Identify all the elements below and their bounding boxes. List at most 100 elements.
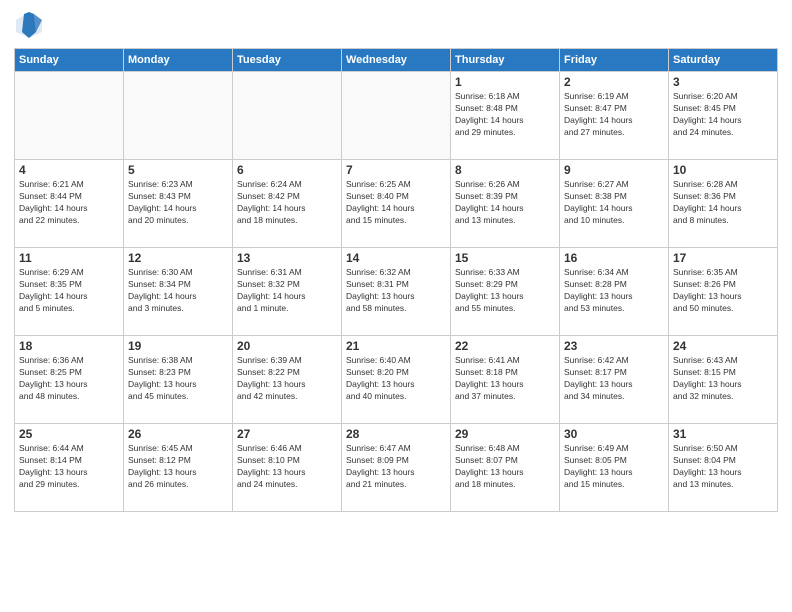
day-cell bbox=[124, 72, 233, 160]
day-cell: 1 Sunrise: 6:18 AM Sunset: 8:48 PM Daylig… bbox=[451, 72, 560, 160]
day-cell: 23 Sunrise: 6:42 AM Sunset: 8:17 PM Dayli… bbox=[560, 336, 669, 424]
day-cell: 12 Sunrise: 6:30 AM Sunset: 8:34 PM Dayli… bbox=[124, 248, 233, 336]
day-number: 8 bbox=[455, 163, 555, 177]
day-number: 4 bbox=[19, 163, 119, 177]
weekday-friday: Friday bbox=[560, 49, 669, 72]
day-cell: 18 Sunrise: 6:36 AM Sunset: 8:25 PM Dayli… bbox=[15, 336, 124, 424]
weekday-saturday: Saturday bbox=[669, 49, 778, 72]
day-number: 31 bbox=[673, 427, 773, 441]
day-info: Sunrise: 6:45 AM Sunset: 8:12 PM Dayligh… bbox=[128, 443, 228, 491]
day-cell: 29Sunrise: 6:48 AM Sunset: 8:07 PM Dayli… bbox=[451, 424, 560, 512]
day-cell: 15 Sunrise: 6:33 AM Sunset: 8:29 PM Dayli… bbox=[451, 248, 560, 336]
day-cell: 8 Sunrise: 6:26 AM Sunset: 8:39 PM Daylig… bbox=[451, 160, 560, 248]
day-cell: 20 Sunrise: 6:39 AM Sunset: 8:22 PM Dayli… bbox=[233, 336, 342, 424]
day-number: 5 bbox=[128, 163, 228, 177]
day-info: Sunrise: 6:40 AM Sunset: 8:20 PM Dayligh… bbox=[346, 355, 446, 403]
day-cell: 26 Sunrise: 6:45 AM Sunset: 8:12 PM Dayli… bbox=[124, 424, 233, 512]
day-info: Sunrise: 6:33 AM Sunset: 8:29 PM Dayligh… bbox=[455, 267, 555, 315]
day-cell: 3 Sunrise: 6:20 AM Sunset: 8:45 PM Daylig… bbox=[669, 72, 778, 160]
day-number: 20 bbox=[237, 339, 337, 353]
day-number: 25 bbox=[19, 427, 119, 441]
header bbox=[14, 10, 778, 40]
day-number: 27 bbox=[237, 427, 337, 441]
day-info: Sunrise: 6:36 AM Sunset: 8:25 PM Dayligh… bbox=[19, 355, 119, 403]
day-number: 24 bbox=[673, 339, 773, 353]
day-info: Sunrise: 6:49 AM Sunset: 8:05 PM Dayligh… bbox=[564, 443, 664, 491]
day-info: Sunrise: 6:30 AM Sunset: 8:34 PM Dayligh… bbox=[128, 267, 228, 315]
day-number: 6 bbox=[237, 163, 337, 177]
week-row-3: 11Sunrise: 6:29 AM Sunset: 8:35 PM Dayli… bbox=[15, 248, 778, 336]
day-info: Sunrise: 6:42 AM Sunset: 8:17 PM Dayligh… bbox=[564, 355, 664, 403]
day-info: Sunrise: 6:23 AM Sunset: 8:43 PM Dayligh… bbox=[128, 179, 228, 227]
day-number: 1 bbox=[455, 75, 555, 89]
day-cell: 21 Sunrise: 6:40 AM Sunset: 8:20 PM Dayli… bbox=[342, 336, 451, 424]
day-number: 30 bbox=[564, 427, 664, 441]
weekday-tuesday: Tuesday bbox=[233, 49, 342, 72]
day-number: 28 bbox=[346, 427, 446, 441]
weekday-sunday: Sunday bbox=[15, 49, 124, 72]
day-cell: 2 Sunrise: 6:19 AM Sunset: 8:47 PM Daylig… bbox=[560, 72, 669, 160]
day-cell: 5 Sunrise: 6:23 AM Sunset: 8:43 PM Daylig… bbox=[124, 160, 233, 248]
day-number: 23 bbox=[564, 339, 664, 353]
day-cell: 31 Sunrise: 6:50 AM Sunset: 8:04 PM Dayli… bbox=[669, 424, 778, 512]
day-cell: 13 Sunrise: 6:31 AM Sunset: 8:32 PM Dayli… bbox=[233, 248, 342, 336]
day-info: Sunrise: 6:20 AM Sunset: 8:45 PM Dayligh… bbox=[673, 91, 773, 139]
day-cell: 19 Sunrise: 6:38 AM Sunset: 8:23 PM Dayli… bbox=[124, 336, 233, 424]
day-info: Sunrise: 6:26 AM Sunset: 8:39 PM Dayligh… bbox=[455, 179, 555, 227]
day-info: Sunrise: 6:24 AM Sunset: 8:42 PM Dayligh… bbox=[237, 179, 337, 227]
day-cell: 17 Sunrise: 6:35 AM Sunset: 8:26 PM Dayli… bbox=[669, 248, 778, 336]
day-number: 17 bbox=[673, 251, 773, 265]
day-cell: 24Sunrise: 6:43 AM Sunset: 8:15 PM Dayli… bbox=[669, 336, 778, 424]
day-number: 22 bbox=[455, 339, 555, 353]
weekday-header-row: SundayMondayTuesdayWednesdayThursdayFrid… bbox=[15, 49, 778, 72]
day-info: Sunrise: 6:39 AM Sunset: 8:22 PM Dayligh… bbox=[237, 355, 337, 403]
day-number: 21 bbox=[346, 339, 446, 353]
weekday-thursday: Thursday bbox=[451, 49, 560, 72]
day-cell bbox=[233, 72, 342, 160]
week-row-1: 1 Sunrise: 6:18 AM Sunset: 8:48 PM Daylig… bbox=[15, 72, 778, 160]
day-cell: 14 Sunrise: 6:32 AM Sunset: 8:31 PM Dayli… bbox=[342, 248, 451, 336]
day-info: Sunrise: 6:31 AM Sunset: 8:32 PM Dayligh… bbox=[237, 267, 337, 315]
day-info: Sunrise: 6:19 AM Sunset: 8:47 PM Dayligh… bbox=[564, 91, 664, 139]
day-number: 16 bbox=[564, 251, 664, 265]
day-info: Sunrise: 6:25 AM Sunset: 8:40 PM Dayligh… bbox=[346, 179, 446, 227]
day-cell: 16 Sunrise: 6:34 AM Sunset: 8:28 PM Dayli… bbox=[560, 248, 669, 336]
day-cell bbox=[342, 72, 451, 160]
day-cell: 28Sunrise: 6:47 AM Sunset: 8:09 PM Dayli… bbox=[342, 424, 451, 512]
day-number: 15 bbox=[455, 251, 555, 265]
day-number: 2 bbox=[564, 75, 664, 89]
day-info: Sunrise: 6:34 AM Sunset: 8:28 PM Dayligh… bbox=[564, 267, 664, 315]
day-cell: 4Sunrise: 6:21 AM Sunset: 8:44 PM Daylig… bbox=[15, 160, 124, 248]
day-info: Sunrise: 6:38 AM Sunset: 8:23 PM Dayligh… bbox=[128, 355, 228, 403]
day-info: Sunrise: 6:28 AM Sunset: 8:36 PM Dayligh… bbox=[673, 179, 773, 227]
week-row-4: 18 Sunrise: 6:36 AM Sunset: 8:25 PM Dayli… bbox=[15, 336, 778, 424]
page: SundayMondayTuesdayWednesdayThursdayFrid… bbox=[0, 0, 792, 612]
day-number: 14 bbox=[346, 251, 446, 265]
week-row-5: 25Sunrise: 6:44 AM Sunset: 8:14 PM Dayli… bbox=[15, 424, 778, 512]
day-cell: 30 Sunrise: 6:49 AM Sunset: 8:05 PM Dayli… bbox=[560, 424, 669, 512]
day-number: 19 bbox=[128, 339, 228, 353]
day-number: 12 bbox=[128, 251, 228, 265]
day-cell: 10 Sunrise: 6:28 AM Sunset: 8:36 PM Dayli… bbox=[669, 160, 778, 248]
day-cell: 25Sunrise: 6:44 AM Sunset: 8:14 PM Dayli… bbox=[15, 424, 124, 512]
day-info: Sunrise: 6:46 AM Sunset: 8:10 PM Dayligh… bbox=[237, 443, 337, 491]
day-number: 7 bbox=[346, 163, 446, 177]
day-number: 13 bbox=[237, 251, 337, 265]
day-cell: 27 Sunrise: 6:46 AM Sunset: 8:10 PM Dayli… bbox=[233, 424, 342, 512]
week-row-2: 4Sunrise: 6:21 AM Sunset: 8:44 PM Daylig… bbox=[15, 160, 778, 248]
day-number: 26 bbox=[128, 427, 228, 441]
day-number: 18 bbox=[19, 339, 119, 353]
day-cell: 9Sunrise: 6:27 AM Sunset: 8:38 PM Daylig… bbox=[560, 160, 669, 248]
logo bbox=[14, 10, 48, 40]
day-info: Sunrise: 6:18 AM Sunset: 8:48 PM Dayligh… bbox=[455, 91, 555, 139]
day-info: Sunrise: 6:32 AM Sunset: 8:31 PM Dayligh… bbox=[346, 267, 446, 315]
day-info: Sunrise: 6:41 AM Sunset: 8:18 PM Dayligh… bbox=[455, 355, 555, 403]
day-number: 10 bbox=[673, 163, 773, 177]
day-number: 3 bbox=[673, 75, 773, 89]
day-number: 29 bbox=[455, 427, 555, 441]
day-info: Sunrise: 6:35 AM Sunset: 8:26 PM Dayligh… bbox=[673, 267, 773, 315]
day-info: Sunrise: 6:29 AM Sunset: 8:35 PM Dayligh… bbox=[19, 267, 119, 315]
day-info: Sunrise: 6:50 AM Sunset: 8:04 PM Dayligh… bbox=[673, 443, 773, 491]
weekday-wednesday: Wednesday bbox=[342, 49, 451, 72]
calendar: SundayMondayTuesdayWednesdayThursdayFrid… bbox=[14, 48, 778, 512]
